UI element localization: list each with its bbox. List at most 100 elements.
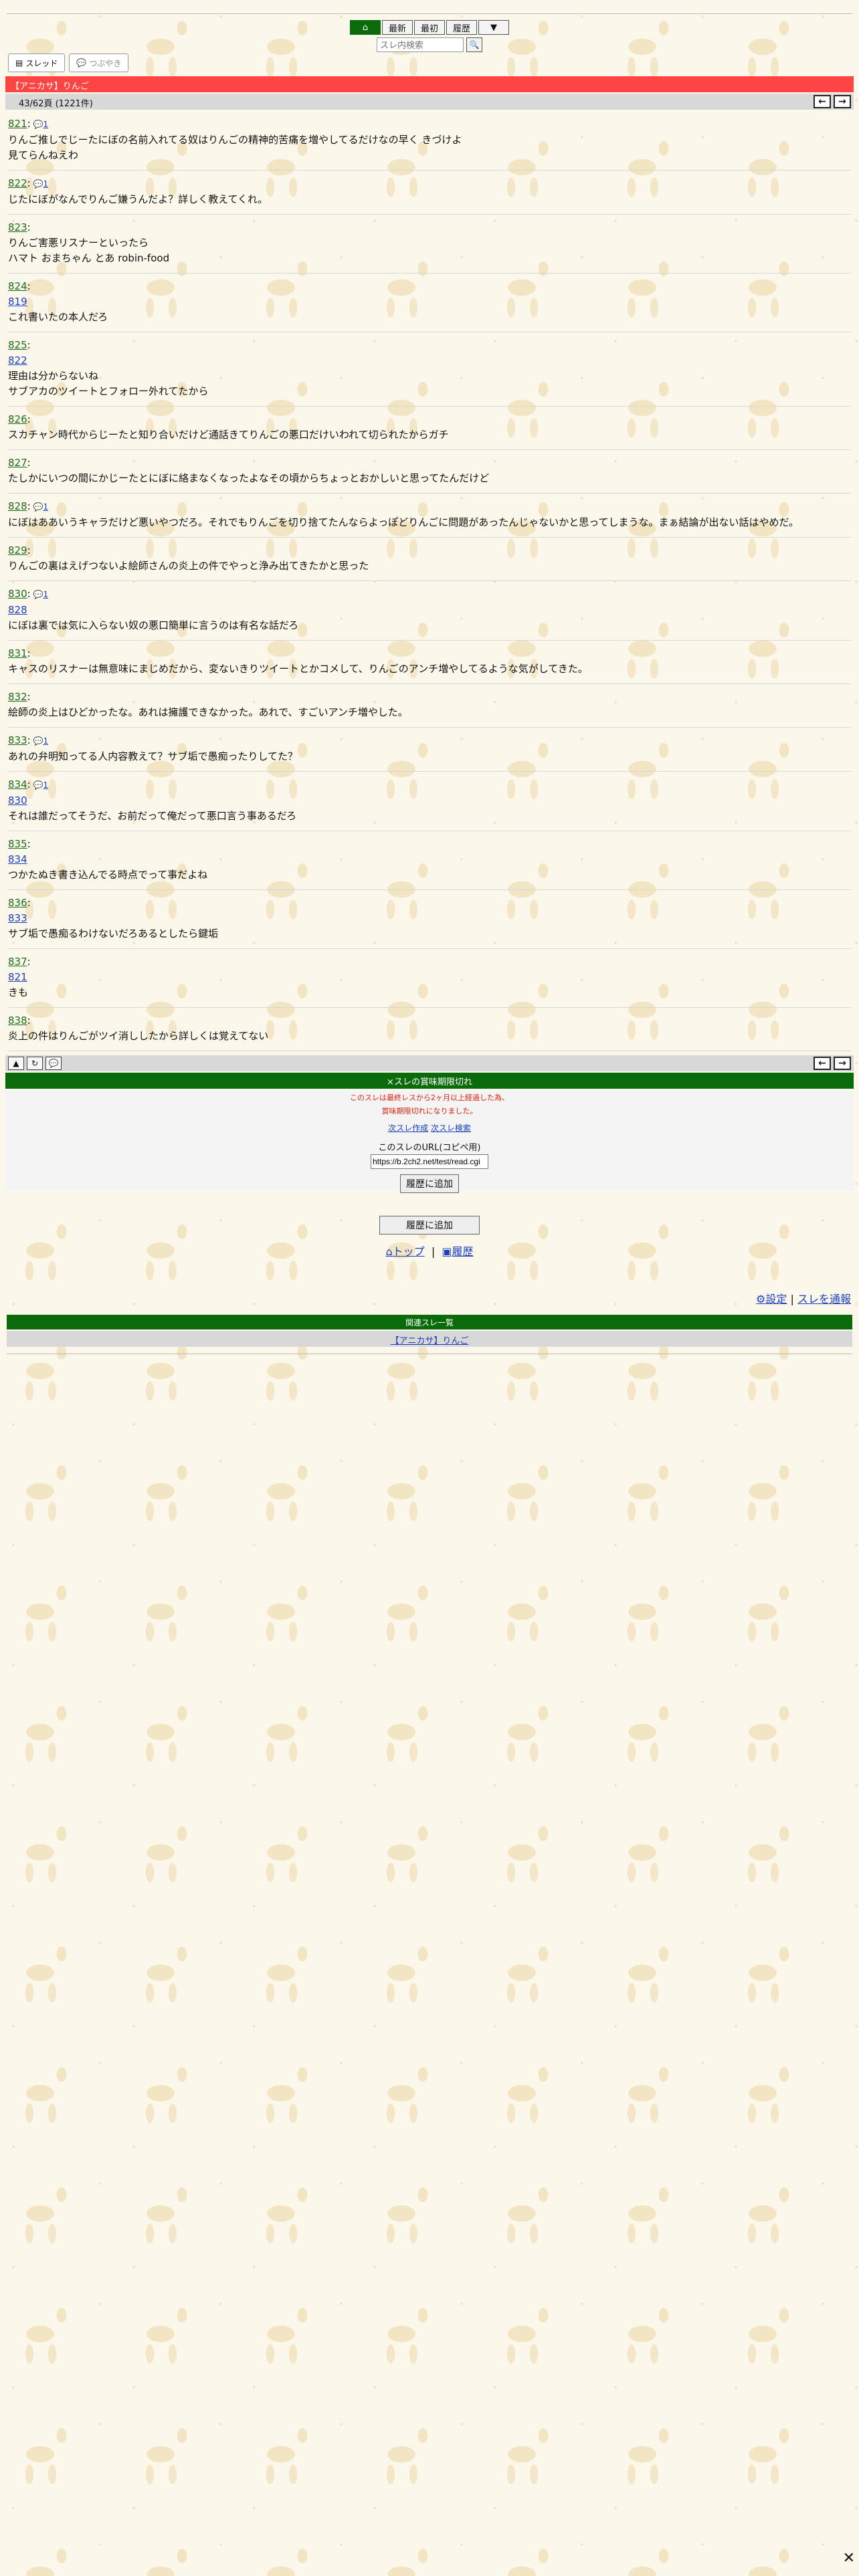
post-number-link[interactable]: 835 xyxy=(8,838,27,850)
footer-separator: | xyxy=(431,1245,436,1258)
post-item: 830: 💬1 828 にぼは裏では気に入らない奴の悪口簡単に言うのは有名な話だろ xyxy=(8,584,851,641)
post-number-link[interactable]: 822 xyxy=(8,177,27,189)
next-page-button-bottom[interactable]: → xyxy=(834,1057,851,1070)
more-dropdown-button[interactable]: ▼ xyxy=(478,20,509,35)
post-item: 826: スカチャン時代からじーたと知り合いだけど通話きてりんごの悪口だけいわれて… xyxy=(8,409,851,450)
history-link-label: 履歴 xyxy=(452,1245,474,1258)
post-body-line: りんご推しでじーたにぼの名前入れてる奴はりんごの精神的苦痛を増やしてるだけなの早… xyxy=(8,134,462,146)
anchor-reference-link[interactable]: 834 xyxy=(8,852,851,867)
reply-count-link[interactable]: 💬1 xyxy=(31,120,49,129)
add-history-button[interactable]: 履歴に追加 xyxy=(400,1174,459,1193)
post-number-link[interactable]: 830 xyxy=(8,588,27,600)
tab-thread[interactable]: ▤ スレッド xyxy=(8,53,66,72)
home-button[interactable]: ⌂ xyxy=(350,20,381,35)
post-item: 829: りんごの裏はえげつないよ絵師さんの炎上の件でやっと浄み出てきたかと思った xyxy=(8,540,851,581)
post-number-link[interactable]: 823 xyxy=(8,221,27,233)
post-number-link[interactable]: 832 xyxy=(8,691,27,703)
settings-row: ⚙設定 | スレを通報 xyxy=(756,1290,851,1306)
tab-tweet[interactable]: 💬 つぶやき xyxy=(69,53,129,72)
history-link[interactable]: ▣履歴 xyxy=(442,1245,473,1258)
post-header: 824: xyxy=(8,280,31,292)
prev-page-button[interactable]: ← xyxy=(814,95,831,108)
next-page-button[interactable]: → xyxy=(834,95,851,108)
post-number-link[interactable]: 833 xyxy=(8,734,27,746)
thread-search-input[interactable] xyxy=(377,37,464,52)
latest-button[interactable]: 最新 xyxy=(382,20,413,35)
triangle-up-icon: ▲ xyxy=(13,1059,19,1068)
reply-count: 1 xyxy=(43,590,49,599)
anchor-reference-link[interactable]: 821 xyxy=(8,970,851,985)
post-number-link[interactable]: 828 xyxy=(8,500,27,512)
anchor-reference-link[interactable]: 828 xyxy=(8,603,851,618)
footer-links: ⌂トップ | ▣履歴 xyxy=(0,1243,859,1259)
post-body-line: あれの弁明知ってる人内容教えて？サブ垢で愚痴ったりしてた？ xyxy=(8,750,298,762)
create-next-thread-link[interactable]: 次スレ作成 xyxy=(388,1123,428,1133)
anchor-reference-link[interactable]: 822 xyxy=(8,353,851,368)
reply-count: 1 xyxy=(43,502,49,512)
post-body-line: つかたぬき書き込んでる時点でって事だよね xyxy=(8,869,208,881)
search-next-thread-link[interactable]: 次スレ検索 xyxy=(431,1123,471,1133)
post-body-line: 見てらんねえわ xyxy=(8,149,79,161)
prev-page-button-bottom[interactable]: ← xyxy=(814,1057,831,1070)
page-count: 43/62頁 (1221件) xyxy=(19,99,93,109)
home-icon: ⌂ xyxy=(362,22,369,33)
reply-count-link[interactable]: 💬1 xyxy=(31,590,49,599)
reload-button[interactable]: ↻ xyxy=(27,1057,43,1070)
post-body-line: これ書いたの本人だろ xyxy=(8,311,108,323)
bottom-toolbar: ▲ ↻ 💬 ← → xyxy=(5,1055,854,1071)
next-thread-links: 次スレ作成 次スレ検索 xyxy=(5,1122,854,1134)
expired-message-1: このスレは最終レスから2ヶ月以上経過した為、 xyxy=(350,1093,509,1102)
post-number-link[interactable]: 837 xyxy=(8,956,27,968)
list-icon: ▤ xyxy=(15,58,23,68)
search-button[interactable]: 🔍 xyxy=(466,37,482,52)
comments-button[interactable]: 💬 xyxy=(45,1057,62,1070)
post-number-link[interactable]: 836 xyxy=(8,897,27,909)
page-count-bar: 43/62頁 (1221件) ← → xyxy=(5,94,854,110)
post-header: 832: xyxy=(8,691,31,703)
post-number-link[interactable]: 834 xyxy=(8,778,27,790)
reply-count-link[interactable]: 💬1 xyxy=(31,780,49,790)
settings-link[interactable]: ⚙設定 xyxy=(756,1293,787,1305)
post-header: 826: xyxy=(8,413,31,425)
top-nav: ⌂ 最新 最初 履歴 ▼ 🔍 xyxy=(0,20,859,52)
thread-url-field[interactable] xyxy=(371,1154,488,1169)
anchor-reference-link[interactable]: 833 xyxy=(8,911,851,926)
report-thread-link[interactable]: スレを通報 xyxy=(797,1293,851,1305)
post-body-line: りんご害悪リスナーといったら xyxy=(8,237,149,249)
post-number-link[interactable]: 821 xyxy=(8,118,27,130)
post-item: 822: 💬1 じたにぼがなんでりんご嫌うんだよ？詳しく教えてくれ。 xyxy=(8,173,851,215)
footer-add-history-button[interactable]: 履歴に追加 xyxy=(379,1216,480,1235)
top-link[interactable]: ⌂トップ xyxy=(385,1245,424,1258)
anchor-reference-link[interactable]: 830 xyxy=(8,793,851,809)
thread-search: 🔍 xyxy=(377,37,482,52)
close-button[interactable]: ✕ xyxy=(843,2550,855,2567)
post-number-link[interactable]: 838 xyxy=(8,1014,27,1027)
post-number-link[interactable]: 829 xyxy=(8,544,27,556)
first-button[interactable]: 最初 xyxy=(414,20,445,35)
scroll-top-button[interactable]: ▲ xyxy=(8,1057,24,1070)
post-number-link[interactable]: 827 xyxy=(8,457,27,469)
related-thread-link[interactable]: 【アニカサ】りんご xyxy=(391,1336,469,1346)
post-item: 824: 819 これ書いたの本人だろ xyxy=(8,276,851,332)
post-body-line: りんごの裏はえげつないよ絵師さんの炎上の件でやっと浄み出てきたかと思った xyxy=(8,560,369,572)
post-number-link[interactable]: 826 xyxy=(8,413,27,425)
post-list: 821: 💬1 りんご推しでじーたにぼの名前入れてる奴はりんごの精神的苦痛を増やし… xyxy=(8,114,851,1141)
post-body-line: 理由は分からないね xyxy=(8,370,99,382)
post-header: 821: 💬1 xyxy=(8,118,49,130)
anchor-reference-link[interactable]: 819 xyxy=(8,294,851,310)
post-body-line: 絵師の炎上はひどかったな。あれは擁護できなかった。あれで、すごいアンチ増やした。 xyxy=(8,706,408,718)
settings-link-label: 設定 xyxy=(765,1293,787,1305)
reply-count-link[interactable]: 💬1 xyxy=(31,736,49,746)
reply-count-link[interactable]: 💬1 xyxy=(31,179,49,189)
post-header: 838: xyxy=(8,1014,31,1027)
post-number-link[interactable]: 824 xyxy=(8,280,27,292)
reply-count-link[interactable]: 💬1 xyxy=(31,502,49,512)
history-icon: ▣ xyxy=(442,1245,452,1258)
gear-icon: ⚙ xyxy=(756,1293,766,1305)
view-tabs: ▤ スレッド 💬 つぶやき xyxy=(8,53,129,72)
history-button[interactable]: 履歴 xyxy=(446,20,477,35)
post-item: 831: キャスのリスナーは無意味にまじめだから、変ないきりツイートとかコメして、… xyxy=(8,643,851,684)
post-number-link[interactable]: 825 xyxy=(8,339,27,351)
post-body-line: キャスのリスナーは無意味にまじめだから、変ないきりツイートとかコメして、りんごの… xyxy=(8,663,588,675)
post-number-link[interactable]: 831 xyxy=(8,647,27,659)
